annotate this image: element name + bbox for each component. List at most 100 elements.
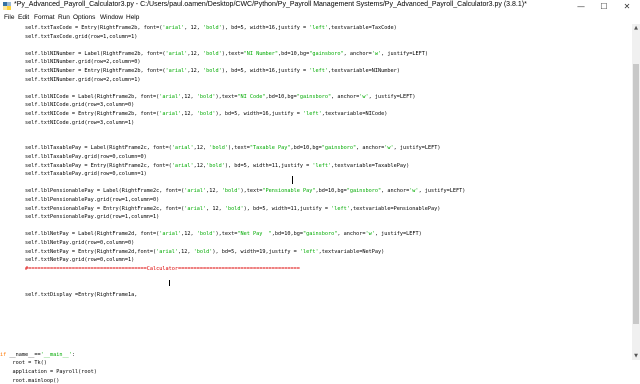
code-token: , anchor=	[337, 231, 366, 238]
code-token: ),text=	[240, 188, 263, 195]
code-token: 'bold'	[206, 162, 225, 169]
code-line[interactable]: self.txtTaxCode = Entry(RightFrame2b, fo…	[0, 25, 397, 31]
code-line[interactable]: self.lblTaxablePay = Label(RightFrame2c,…	[0, 145, 440, 151]
code-token: 'left'	[309, 68, 328, 74]
code-token: ,12,	[181, 111, 197, 117]
code-token: ,textvariable=NICode)	[321, 111, 388, 117]
code-line[interactable]: self.txtNICode = Entry(RightFrame2b, fon…	[0, 111, 387, 117]
code-token: 'arial'	[171, 162, 194, 169]
code-token: ),text=	[215, 231, 238, 238]
code-token: self.lblNICode.grid(row=3,column=0)	[0, 102, 135, 109]
menu-options[interactable]: Options	[73, 14, 95, 21]
code-token: ),text=	[228, 145, 250, 152]
code-token: 'arial'	[159, 111, 182, 117]
code-line[interactable]: self.lblNINumber.grid(row=2,column=0)	[0, 59, 141, 65]
code-token: 'bold'	[196, 111, 216, 117]
code-line[interactable]: self.txtNINumber.grid(row=2,column=1)	[0, 77, 141, 83]
code-line[interactable]: self.txtNINumber = Entry(RightFrame2b, f…	[0, 68, 400, 74]
menu-edit[interactable]: Edit	[18, 14, 29, 21]
code-token: ,textvariable=NetPay)	[318, 248, 385, 255]
code-token: , 12,	[206, 205, 225, 212]
code-line[interactable]: self.txtTaxablePay.grid(row=0,column=1)	[0, 171, 147, 177]
code-token: ,12,	[187, 50, 204, 57]
code-token: 'left'	[331, 205, 350, 212]
code-token: 'arial'	[162, 25, 185, 31]
code-token: ,12,	[178, 248, 194, 255]
idle-python-icon	[3, 2, 11, 10]
code-line[interactable]: self.txtPensionablePay.grid(row=1,column…	[0, 214, 159, 220]
code-line[interactable]: self.txtDisplay =Entry(RightFrame1a,	[0, 292, 137, 298]
code-line[interactable]: root = Tk()	[0, 360, 47, 367]
code-token: ), bd=5, width=11,justify =	[243, 205, 332, 212]
code-line[interactable]: #======================================C…	[0, 266, 300, 272]
code-token: "gainsboro"	[321, 145, 357, 152]
code-line[interactable]: self.lblTaxablePay.grid(row=0,column=0)	[0, 154, 147, 160]
menu-window[interactable]: Window	[100, 14, 123, 21]
code-line[interactable]: self.txtNetPay.grid(row=0,column=1)	[0, 257, 134, 263]
code-token: "NI Number"	[243, 50, 279, 57]
code-editor[interactable]: self.txtTaxCode = Entry(RightFrame2b, fo…	[0, 24, 632, 384]
vertical-scrollbar[interactable]: ▲ ▼	[632, 24, 640, 360]
code-token: self.txtTaxablePay.grid(row=0,column=1)	[0, 171, 147, 178]
arrow-down-icon[interactable]: ▼	[633, 353, 639, 359]
code-line[interactable]: self.txtPensionablePay = Entry(RightFram…	[0, 206, 440, 212]
code-token: self.lblTaxablePay.grid(row=0,column=0)	[0, 154, 147, 160]
title-bar: *Py_Advanced_Payroll_Calculator3.py - C:…	[0, 0, 640, 14]
code-line[interactable]: self.lblPensionablePay = Label(RightFram…	[0, 188, 465, 194]
code-line[interactable]: if __name__=='__main__':	[0, 352, 75, 358]
code-token: __name__==	[6, 351, 41, 358]
code-token: ,bd=10,bg=	[290, 145, 322, 152]
code-token: self.lblNetPay.grid(row=0,column=0)	[0, 240, 135, 246]
code-token: 'arial'	[184, 188, 207, 195]
code-token: , justify=LEFT)	[393, 145, 441, 152]
code-token: self.txtNICode.grid(row=3,column=1)	[0, 119, 135, 126]
menu-file[interactable]: File	[4, 14, 14, 21]
code-token: ,bd=10,bg=	[315, 188, 347, 195]
code-token: , justify=LEFT)	[374, 231, 422, 238]
code-token: ), bd=5, width=19,justify =	[212, 248, 300, 255]
code-token: self.txtPensionablePay = Entry(RightFram…	[0, 205, 185, 212]
code-token: #======================================C…	[0, 265, 300, 272]
code-token: "gainsboro"	[346, 188, 382, 195]
code-token: ,textvariable=TaxCode)	[327, 25, 397, 31]
code-line[interactable]: self.txtTaxCode.grid(row=1,column=1)	[0, 34, 137, 40]
close-button[interactable]: ✕	[616, 0, 638, 13]
code-token: self.txtNINumber = Entry(RightFrame2b, f…	[0, 68, 166, 74]
code-token: 'bold'	[196, 93, 216, 100]
code-token: "Taxable Pay"	[249, 145, 291, 152]
menu-help[interactable]: Help	[126, 14, 139, 21]
code-token: 'w'	[384, 145, 394, 152]
code-token: self.txtTaxCode = Entry(RightFrame2b, fo…	[0, 25, 163, 31]
code-line[interactable]: application = Payroll(root)	[0, 369, 96, 375]
code-line[interactable]: self.txtNICode.grid(row=3,column=1)	[0, 120, 134, 126]
code-line[interactable]: self.lblNICode = Label(RightFrame2b, fon…	[0, 94, 415, 100]
code-token: "Pensionable Pay"	[262, 188, 316, 195]
code-token: ),text=	[215, 93, 238, 100]
code-token: "NI Code"	[237, 93, 266, 100]
menu-format[interactable]: Format	[34, 14, 55, 21]
code-token: 'arial'	[165, 68, 188, 74]
code-line[interactable]: self.lblNICode.grid(row=3,column=0)	[0, 102, 134, 108]
window-title: *Py_Advanced_Payroll_Calculator3.py - C:…	[14, 1, 527, 8]
code-token: ,12,	[181, 93, 197, 100]
maximize-button[interactable]: ☐	[593, 0, 615, 13]
code-token: ,12,	[206, 188, 222, 195]
code-token: ,textvariable=TaxablePay)	[331, 162, 410, 169]
code-line[interactable]: root.mainloop()	[0, 378, 59, 384]
code-token: "Net Pay "	[237, 231, 272, 238]
code-token: 'bold'	[224, 205, 244, 212]
code-line[interactable]: self.txtNetPay = Entry(RightFrame2d,font…	[0, 249, 384, 255]
code-line[interactable]: self.lblNetPay.grid(row=0,column=0)	[0, 240, 134, 246]
code-token: self.txtPensionablePay.grid(row=1,column…	[0, 214, 160, 221]
code-token: "gainsboro"	[309, 50, 344, 57]
code-line[interactable]: self.lblNetPay = Label(RightFrame2d, fon…	[0, 231, 422, 237]
arrow-up-icon[interactable]: ▲	[633, 25, 639, 31]
code-token: root = Tk()	[0, 360, 47, 367]
minimize-button[interactable]: —	[570, 0, 592, 13]
menu-run[interactable]: Run	[58, 14, 70, 21]
code-line[interactable]: self.lblNINumber = Label(RightFrame2b, f…	[0, 51, 428, 57]
scroll-thumb[interactable]	[633, 64, 639, 324]
code-line[interactable]: self.lblPensionablePay.grid(row=1,column…	[0, 197, 159, 203]
code-token: 'arial'	[159, 231, 182, 238]
code-line[interactable]: self.txtTaxablePay = Entry(RightFrame2c,…	[0, 163, 409, 169]
